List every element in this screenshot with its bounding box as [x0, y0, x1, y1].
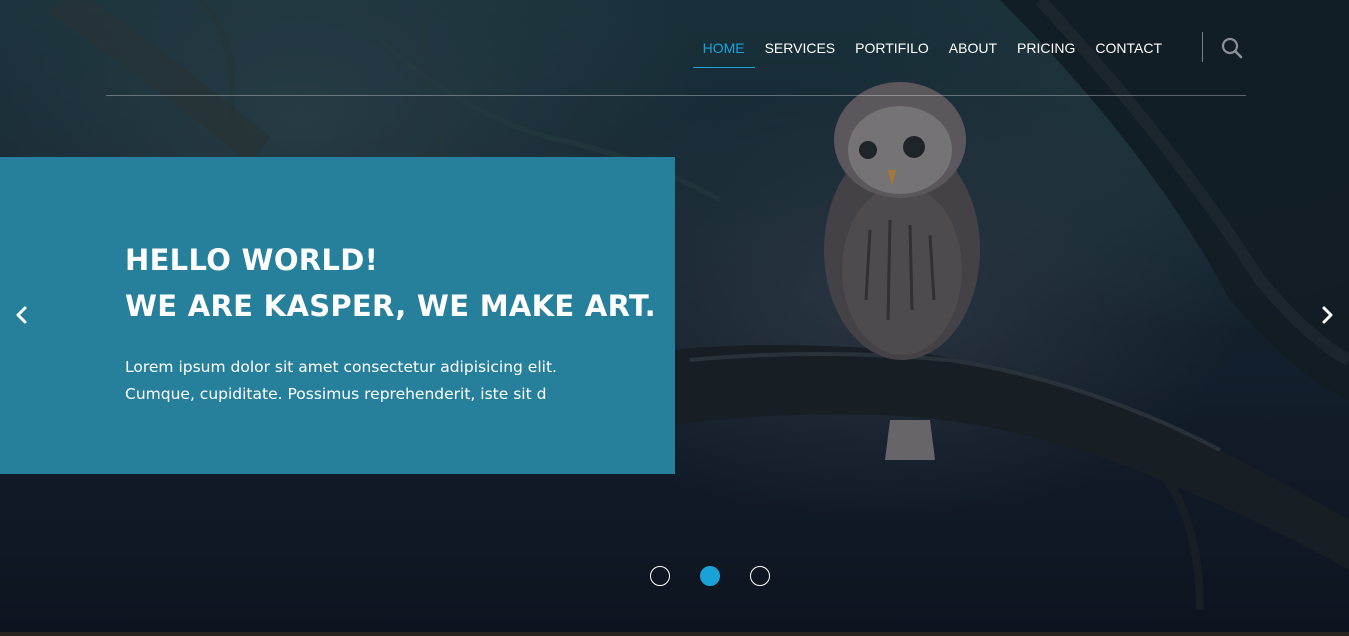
slider-dots [650, 566, 770, 586]
headline-line-1: HELLO WORLD! [125, 243, 379, 277]
main-nav: HOME SERVICES PORTIFILO ABOUT PRICING CO… [692, 30, 1245, 72]
bottom-strip [0, 632, 1349, 636]
nav-item-pricing[interactable]: PRICING [1007, 30, 1085, 68]
nav-item-services[interactable]: SERVICES [755, 30, 846, 68]
nav-item-home[interactable]: HOME [692, 30, 755, 68]
hero-paragraph: Lorem ipsum dolor sit amet consectetur a… [125, 358, 557, 403]
slider-dot-3[interactable] [750, 566, 770, 586]
nav-item-portfolio[interactable]: PORTIFILO [845, 30, 939, 68]
chevron-right-icon [1322, 306, 1333, 324]
nav-item-contact[interactable]: CONTACT [1085, 30, 1172, 68]
hero-headline: HELLO WORLD! WE ARE KASPER, WE MAKE ART. [125, 237, 656, 329]
slider-dot-2[interactable] [700, 566, 720, 586]
chevron-left-icon [16, 306, 27, 324]
nav-item-about[interactable]: ABOUT [939, 30, 1007, 68]
nav-underline [106, 95, 1246, 96]
search-button[interactable] [1219, 34, 1245, 62]
slider-prev-button[interactable] [11, 303, 31, 327]
search-icon [1221, 37, 1243, 59]
slider-next-button[interactable] [1318, 303, 1338, 327]
headline-line-2: WE ARE KASPER, WE MAKE ART. [125, 289, 656, 323]
nav-divider [1202, 32, 1203, 62]
slider-dot-1[interactable] [650, 566, 670, 586]
